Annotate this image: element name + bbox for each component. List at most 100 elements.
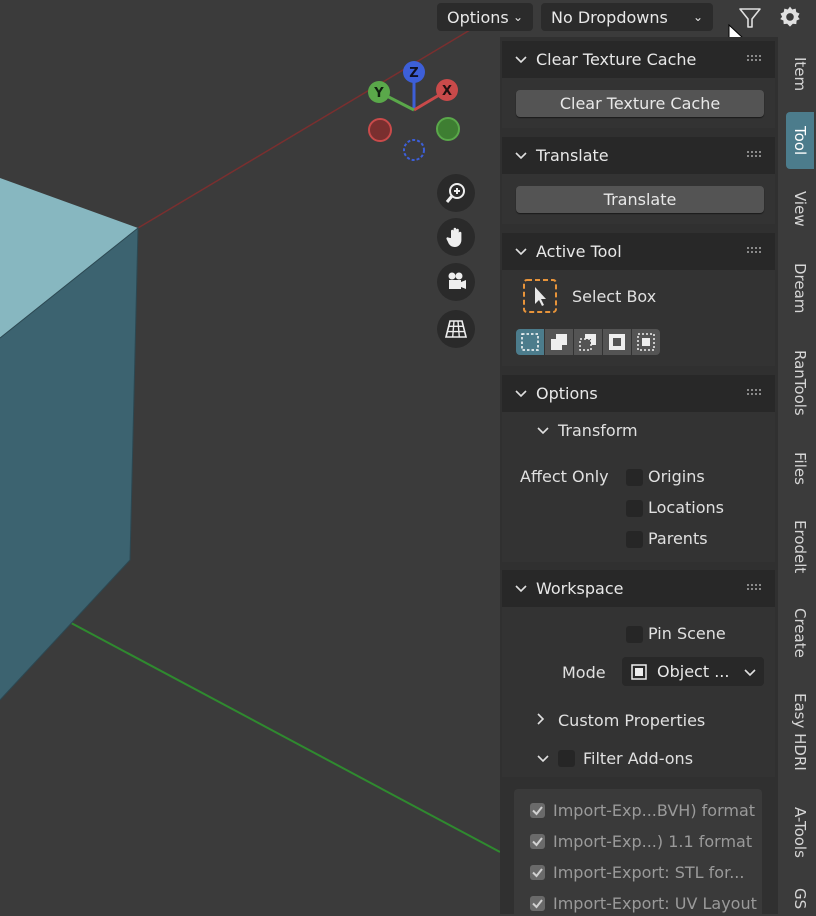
panel-header-active-tool[interactable]: Active Tool xyxy=(502,233,775,270)
chevron-down-icon xyxy=(514,579,528,598)
drag-grip-icon[interactable] xyxy=(747,55,763,63)
panel-header-translate[interactable]: Translate xyxy=(502,137,775,174)
mode-subtract-button[interactable] xyxy=(574,329,602,355)
active-tool-name: Select Box xyxy=(572,287,657,306)
no-dropdowns-label: No Dropdowns xyxy=(551,7,668,27)
filter-addons-subpanel-header[interactable]: Filter Add-ons xyxy=(536,749,693,768)
addon-checkbox[interactable] xyxy=(530,833,545,849)
mode-invert-icon xyxy=(609,334,625,350)
pin-scene-checkbox[interactable] xyxy=(626,626,643,643)
tab-easy-hdri[interactable]: Easy HDRI xyxy=(786,684,814,780)
mode-select[interactable]: Object ... xyxy=(622,657,764,686)
gizmo-x-label: X xyxy=(442,84,452,99)
gizmo-neg-y-axis xyxy=(368,118,392,142)
filter-addons-label: Filter Add-ons xyxy=(583,749,694,768)
drag-grip-icon[interactable] xyxy=(747,389,763,397)
panel-title: Options xyxy=(536,384,598,403)
tab-label: A-Tools xyxy=(791,806,809,858)
tab-label: RanTools xyxy=(791,350,809,416)
selection-mode-buttons xyxy=(516,329,660,355)
parents-checkbox[interactable] xyxy=(626,531,643,548)
origins-label: Origins xyxy=(648,467,705,486)
chevron-down-icon xyxy=(514,384,528,403)
checkmark-icon xyxy=(532,836,543,847)
zoom-button[interactable] xyxy=(437,174,475,212)
tab-dream[interactable]: Dream xyxy=(786,254,814,322)
mode-label: Mode xyxy=(562,663,606,682)
tab-item[interactable]: Item xyxy=(786,46,814,102)
tab-rantools[interactable]: RanTools xyxy=(786,340,814,426)
filter-addons-checkbox[interactable] xyxy=(558,750,575,767)
no-dropdowns-select[interactable]: No Dropdowns ⌄ xyxy=(541,3,713,31)
zoom-icon xyxy=(445,183,465,203)
panel-title: Active Tool xyxy=(536,242,622,261)
pin-scene-label: Pin Scene xyxy=(648,624,726,643)
panel-body-active-tool: Select Box xyxy=(502,270,775,366)
addon-checkbox[interactable] xyxy=(530,895,545,911)
custom-properties-subpanel-header[interactable]: Custom Properties xyxy=(536,711,705,730)
navigation-gizmo[interactable]: Z X Y xyxy=(362,58,466,168)
gizmo-y-label: Y xyxy=(373,86,384,101)
perspective-toggle-button[interactable] xyxy=(437,310,475,348)
settings-button[interactable] xyxy=(775,3,805,33)
tab-label: GS xyxy=(791,888,809,910)
mode-intersect-icon xyxy=(637,333,655,351)
mode-intersect-button[interactable] xyxy=(632,329,660,355)
mode-invert-button[interactable] xyxy=(603,329,631,355)
tab-label: Easy HDRI xyxy=(791,693,809,771)
transform-label: Transform xyxy=(558,421,638,440)
addon-checkbox[interactable] xyxy=(530,802,545,818)
camera-icon xyxy=(448,272,466,289)
chevron-down-icon xyxy=(514,242,528,261)
tab-label: Dream xyxy=(791,262,809,314)
chevron-down-icon: ⌄ xyxy=(692,10,703,24)
clear-texture-cache-button[interactable]: Clear Texture Cache xyxy=(516,90,764,117)
addon-label: Import-Export: STL for... xyxy=(553,862,745,882)
grid-icon xyxy=(444,320,468,338)
addon-item[interactable]: Import-Exp...BVH) format xyxy=(530,797,755,823)
tab-gs[interactable]: GS xyxy=(786,884,814,914)
object-mode-icon xyxy=(631,663,647,680)
tab-tool[interactable]: Tool xyxy=(786,112,814,169)
gear-icon xyxy=(780,6,800,27)
mode-extend-button[interactable] xyxy=(545,329,573,355)
tab-view[interactable]: View xyxy=(786,180,814,238)
tab-label: Create xyxy=(791,608,809,658)
select-box-icon[interactable] xyxy=(522,278,558,314)
panel-header-workspace[interactable]: Workspace xyxy=(502,570,775,607)
origins-checkbox[interactable] xyxy=(626,469,643,486)
tab-a-tools[interactable]: A-Tools xyxy=(786,796,814,868)
panel-body-options: Transform Affect Only Origins Locations … xyxy=(502,412,775,562)
addon-checkbox[interactable] xyxy=(530,864,545,880)
options-dropdown[interactable]: Options ⌄ xyxy=(437,3,533,31)
drag-grip-icon[interactable] xyxy=(747,151,763,159)
addon-item[interactable]: Import-Exp...) 1.1 format xyxy=(530,828,752,854)
checkmark-icon xyxy=(532,805,543,816)
tab-erodelt[interactable]: Erodelt xyxy=(786,510,814,584)
gizmo-neg-z-axis xyxy=(403,139,425,161)
addon-list: Import-Exp...BVH) format Import-Exp...) … xyxy=(514,789,762,914)
tab-label: Item xyxy=(791,56,809,92)
panel-header-clear-texture-cache[interactable]: Clear Texture Cache xyxy=(502,41,775,78)
tab-create[interactable]: Create xyxy=(786,600,814,666)
panel-header-options[interactable]: Options xyxy=(502,375,775,412)
tab-files[interactable]: Files xyxy=(786,442,814,494)
panel-body-translate: Translate xyxy=(502,174,775,224)
panel-body-workspace: Pin Scene Mode Object ... Custom Propert… xyxy=(502,607,775,777)
addon-item[interactable]: Import-Export: STL for... xyxy=(530,859,744,885)
custom-properties-label: Custom Properties xyxy=(558,711,706,730)
translate-button[interactable]: Translate xyxy=(516,186,764,213)
drag-grip-icon[interactable] xyxy=(747,247,763,255)
n-panel-sidebar: Clear Texture Cache Clear Texture Cache … xyxy=(500,37,778,914)
transform-subpanel-header[interactable]: Transform xyxy=(536,421,638,440)
drag-grip-icon[interactable] xyxy=(747,584,763,592)
locations-checkbox[interactable] xyxy=(626,500,643,517)
pan-button[interactable] xyxy=(437,218,475,256)
panel-title: Workspace xyxy=(536,579,624,598)
mode-set-icon xyxy=(521,333,539,351)
mode-set-button[interactable] xyxy=(516,329,544,355)
chevron-down-icon: ⌄ xyxy=(512,10,523,24)
addon-item[interactable]: Import-Export: UV Layout xyxy=(530,890,757,916)
panel-title: Translate xyxy=(536,146,609,165)
camera-view-button[interactable] xyxy=(437,263,475,301)
